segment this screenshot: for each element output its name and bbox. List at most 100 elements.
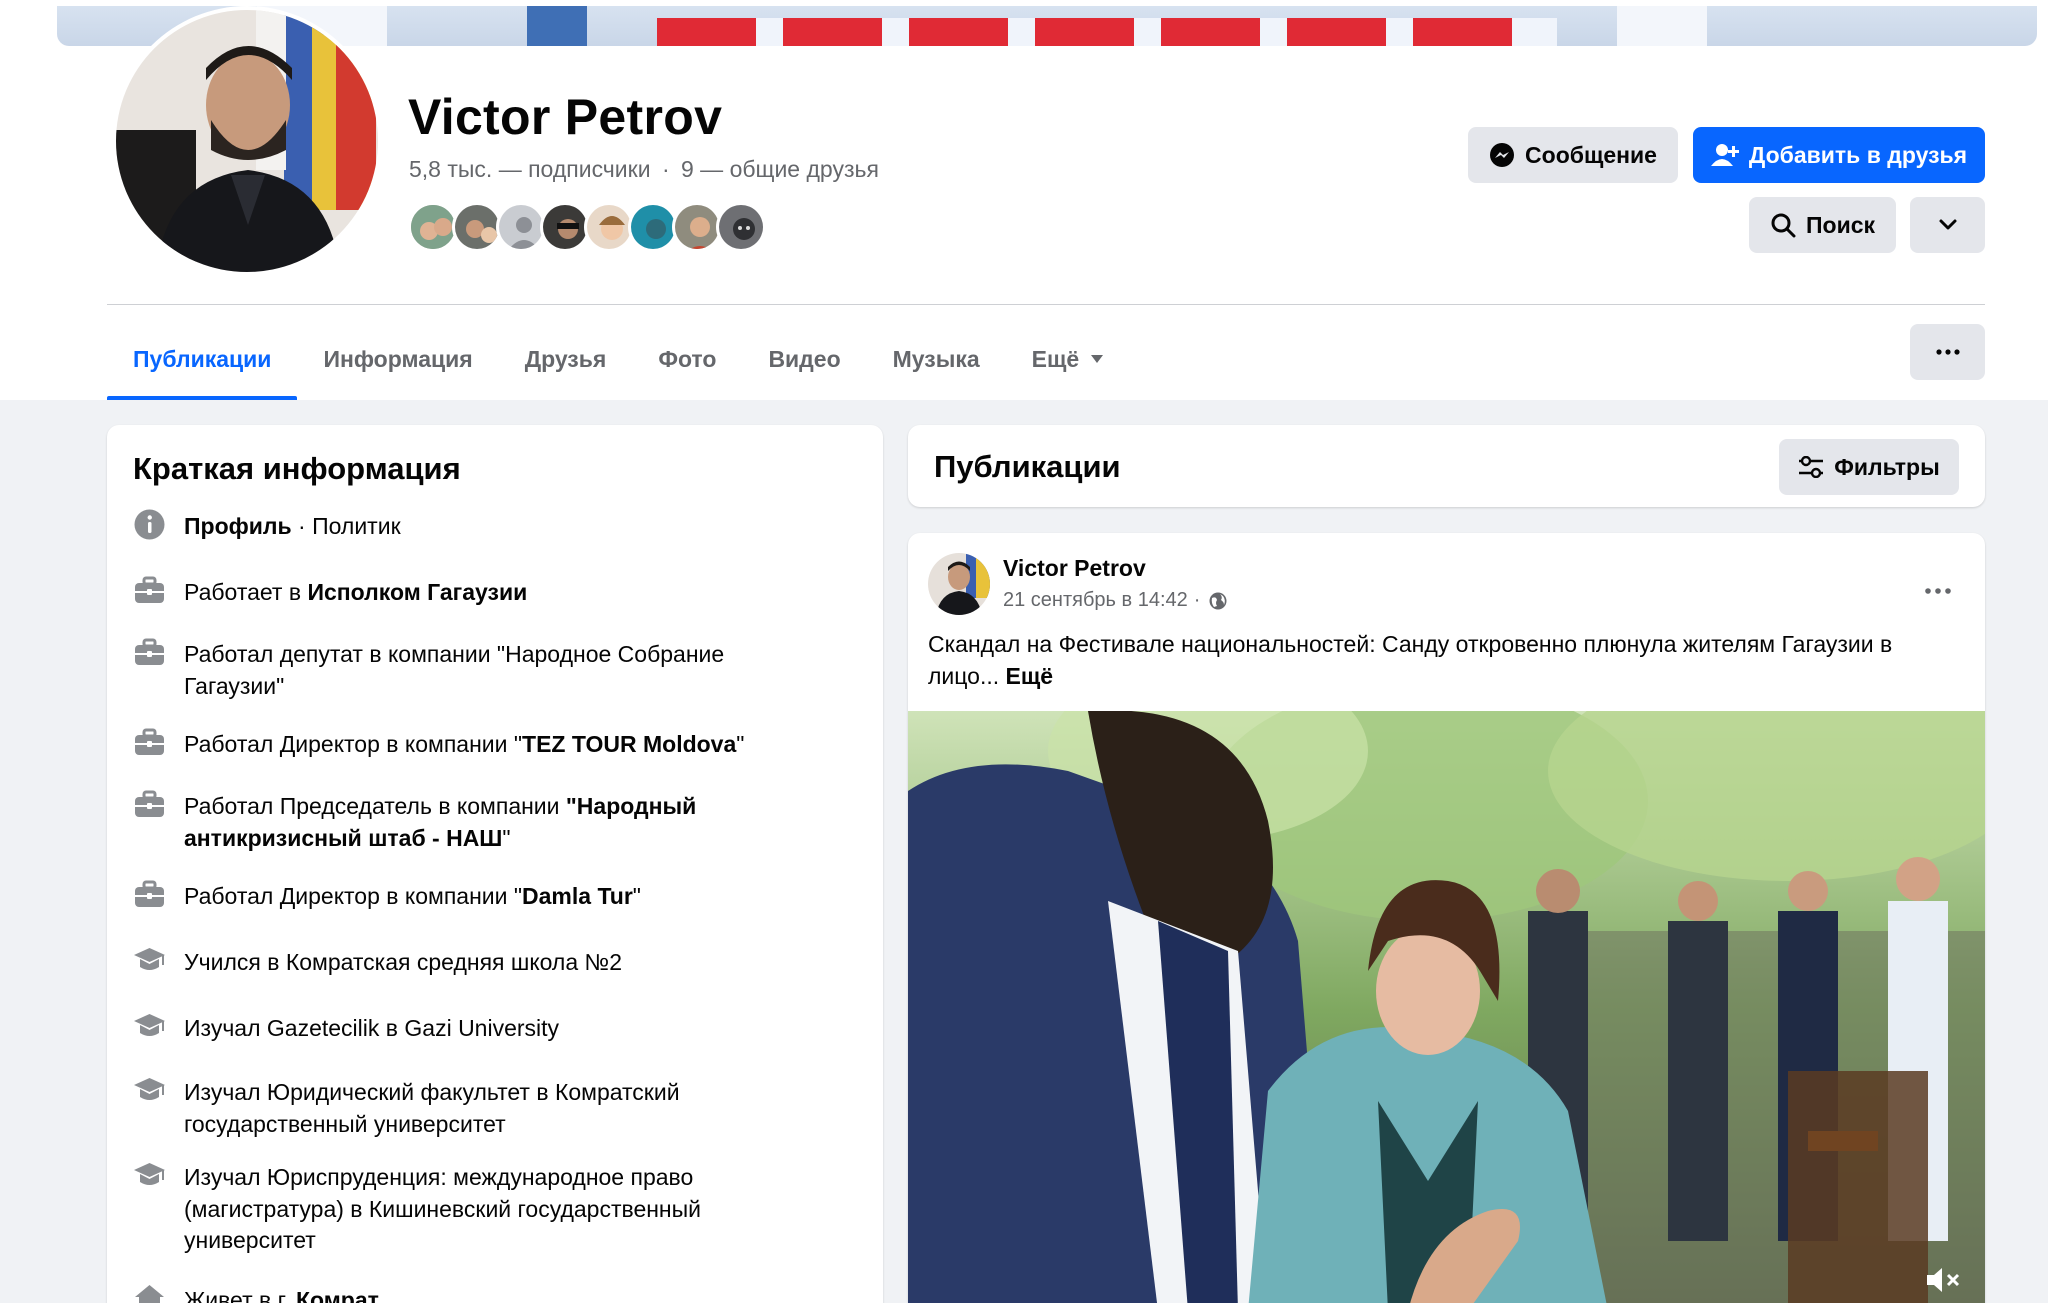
message-label: Сообщение	[1525, 141, 1657, 168]
filters-icon	[1799, 456, 1824, 478]
info-icon	[134, 509, 165, 540]
message-button[interactable]: Сообщение	[1468, 127, 1678, 183]
friend-avatar[interactable]	[584, 202, 634, 252]
tab-friends[interactable]: Друзья	[499, 318, 633, 400]
briefcase-icon	[135, 728, 164, 755]
intro-item-text: Изучал Юридический факультет в Комратски…	[184, 1079, 680, 1137]
tab-more[interactable]: Ещё	[1006, 318, 1130, 400]
intro-card: Краткая информация Профиль · Политик Раб…	[107, 425, 883, 1303]
briefcase-icon	[135, 576, 164, 603]
mutual-friends-link[interactable]: 9 — общие друзья	[681, 156, 879, 182]
friend-avatar[interactable]	[540, 202, 590, 252]
profile-stats: 5,8 тыс. — подписчики · 9 — общие друзья	[409, 156, 879, 183]
tab-label: Ещё	[1031, 345, 1080, 372]
post-meta: 21 сентябрь в 14:42 ·	[1003, 589, 1228, 612]
friend-avatar[interactable]	[716, 202, 766, 252]
post-card: Victor Petrov 21 сентябрь в 14:42 · Скан…	[908, 533, 1985, 1303]
briefcase-icon	[135, 880, 164, 907]
globe-icon	[1209, 592, 1227, 609]
intro-item-text: Учился в Комратская средняя школа №2	[184, 949, 622, 975]
graduation-cap-icon	[134, 1014, 165, 1036]
intro-item-education: Учился в Комратская средняя школа №2	[133, 947, 853, 979]
tab-posts[interactable]: Публикации	[107, 318, 298, 400]
tabs-more-options-button[interactable]	[1910, 324, 1985, 380]
post-author-name[interactable]: Victor Petrov	[1003, 555, 1146, 582]
tab-label: Музыка	[892, 345, 980, 372]
graduation-cap-icon	[134, 1163, 165, 1185]
post-author-avatar[interactable]	[928, 553, 990, 615]
post-text: Скандал на Фестивале национальностей: Са…	[928, 631, 1893, 689]
tab-label: Публикации	[133, 345, 272, 372]
tab-label: Видео	[768, 345, 841, 372]
cover-photo[interactable]	[57, 6, 2037, 46]
profile-name: Victor Petrov	[408, 89, 723, 145]
see-more-link[interactable]: Ещё	[1006, 663, 1054, 689]
filters-button[interactable]: Фильтры	[1779, 439, 1959, 495]
intro-item-work: Работает в Исполком Гагаузии	[133, 576, 853, 609]
intro-item-text: Работал депутат в компании "Народное Соб…	[184, 641, 725, 699]
intro-item-education: Изучал Юриспруденция: международное прав…	[133, 1162, 853, 1257]
more-dots-icon	[1925, 588, 1951, 594]
tab-videos[interactable]: Видео	[742, 318, 866, 400]
intro-item-education: Изучал Gazetecilik в Gazi University	[133, 1013, 853, 1045]
briefcase-icon	[135, 638, 164, 665]
posts-title: Публикации	[934, 449, 1121, 484]
search-icon	[1771, 213, 1796, 238]
mute-icon[interactable]	[1923, 1263, 1963, 1297]
intro-item-text: Работал Председатель в компании "Народны…	[184, 793, 697, 851]
intro-title: Краткая информация	[133, 451, 461, 486]
posts-header: Публикации Фильтры	[908, 425, 1985, 507]
post-options-button[interactable]	[1918, 571, 1958, 611]
messenger-icon	[1490, 143, 1515, 167]
friend-avatar[interactable]	[408, 202, 458, 252]
friend-avatar[interactable]	[672, 202, 722, 252]
intro-item-work: Работал Директор в компании "TEZ TOUR Mo…	[133, 728, 853, 761]
tab-label: Фото	[658, 345, 717, 372]
profile-more-button[interactable]	[1910, 197, 1985, 253]
post-date[interactable]: 21 сентябрь в 14:42	[1003, 589, 1188, 612]
filters-label: Фильтры	[1834, 453, 1940, 480]
tab-photos[interactable]: Фото	[632, 318, 742, 400]
profile-header: Victor Petrov 5,8 тыс. — подписчики · 9 …	[0, 0, 2048, 400]
intro-item-text: Работает в Исполком Гагаузии	[184, 579, 528, 605]
tab-about[interactable]: Информация	[297, 318, 498, 400]
add-friend-label: Добавить в друзья	[1748, 141, 1968, 168]
profile-avatar[interactable]	[112, 6, 382, 276]
friend-avatar[interactable]	[628, 202, 678, 252]
header-divider	[107, 304, 1985, 305]
profile-photo	[116, 10, 378, 272]
chevron-down-icon	[1939, 219, 1956, 230]
add-friend-button[interactable]: Добавить в друзья	[1693, 127, 1985, 183]
intro-item-work: Работал депутат в компании "Народное Соб…	[133, 638, 853, 702]
profile-tabs: Публикации Информация Друзья Фото Видео …	[107, 318, 1129, 400]
intro-item-profile: Профиль · Политик	[133, 509, 853, 543]
tab-label: Друзья	[524, 345, 607, 372]
friend-avatar[interactable]	[452, 202, 502, 252]
more-dots-icon	[1935, 349, 1960, 355]
intro-item-work: Работал Председатель в компании "Народны…	[133, 790, 853, 854]
intro-item-text: Изучал Gazetecilik в Gazi University	[184, 1015, 560, 1041]
post-video-frame	[908, 711, 1985, 1303]
stats-separator: ·	[661, 156, 670, 182]
meta-separator: ·	[1193, 589, 1201, 611]
caret-down-icon	[1091, 355, 1104, 363]
graduation-cap-icon	[134, 1078, 165, 1100]
intro-item-text: Живет в г. Комрат	[184, 1287, 379, 1303]
search-button[interactable]: Поиск	[1749, 197, 1896, 253]
search-label: Поиск	[1805, 211, 1876, 238]
tab-music[interactable]: Музыка	[867, 318, 1006, 400]
tab-label: Информация	[323, 345, 473, 372]
intro-item-text: Работал Директор в компании "TEZ TOUR Mo…	[184, 731, 745, 757]
intro-item-text: Работал Директор в компании "Damla Tur"	[184, 883, 641, 909]
graduation-cap-icon	[134, 948, 165, 970]
followers-link[interactable]: 5,8 тыс. — подписчики	[409, 156, 651, 182]
home-icon	[135, 1285, 164, 1303]
intro-item-text: Профиль · Политик	[184, 513, 401, 539]
add-friend-icon	[1710, 144, 1739, 166]
briefcase-icon	[135, 790, 164, 817]
friend-avatar[interactable]	[496, 202, 546, 252]
post-video[interactable]	[908, 711, 1985, 1303]
intro-item-work: Работал Директор в компании "Damla Tur"	[133, 880, 853, 913]
intro-item-lives: Живет в г. Комрат	[133, 1285, 853, 1303]
intro-item-text: Изучал Юриспруденция: международное прав…	[184, 1164, 702, 1253]
